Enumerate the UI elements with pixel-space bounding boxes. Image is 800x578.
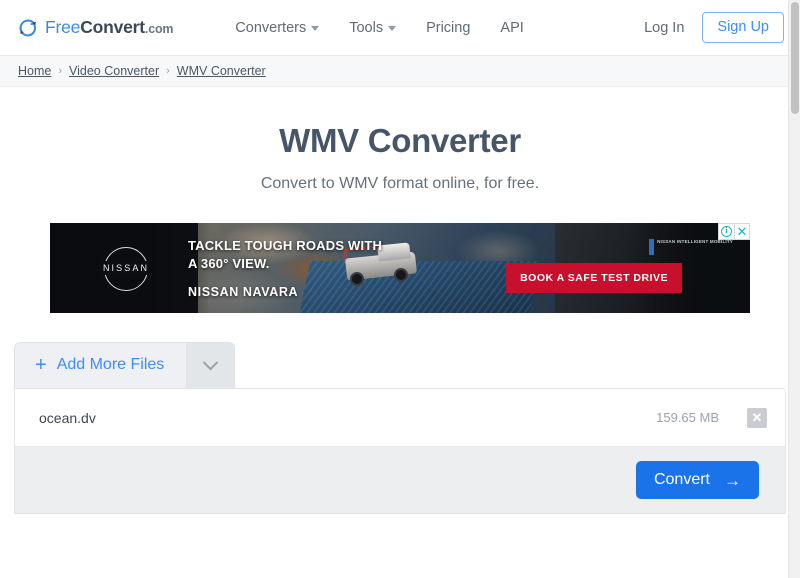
nissan-logo-icon: NISSAN (95, 243, 157, 293)
ad-close-button[interactable]: ✕ (734, 223, 749, 239)
logo-text-convert: Convert (80, 17, 145, 37)
page-subtitle: Convert to WMV format online, for free. (260, 174, 540, 192)
logo-wordmark: FreeConvert.com (45, 17, 173, 38)
hero-section: WMV Converter Convert to WMV format onli… (0, 87, 800, 193)
truck-wheel (350, 271, 364, 286)
file-size: 159.65 MB (656, 410, 719, 425)
header-actions: Log In Sign Up (644, 11, 784, 44)
nav-label-converters: Converters (235, 19, 307, 36)
breadcrumb-separator: › (166, 65, 170, 77)
arrow-right-icon: → (724, 470, 741, 490)
add-more-files-button[interactable]: + Add More Files (14, 342, 188, 388)
logo-text-dotcom: .com (144, 22, 174, 36)
nissan-logo-label: NISSAN (101, 260, 151, 275)
nav-item-tools[interactable]: Tools (349, 19, 397, 36)
breadcrumb: Home › Video Converter › WMV Converter (0, 56, 800, 87)
add-files-toolbar: + Add More Files (14, 342, 786, 388)
file-list-panel: ocean.dv 159.65 MB ✕ Convert → (14, 388, 786, 514)
breadcrumb-item-home[interactable]: Home (18, 64, 51, 78)
page-title: WMV Converter (279, 122, 521, 159)
add-more-files-label: Add More Files (56, 356, 165, 373)
upload-card: + Add More Files ocean.dv 159.65 MB ✕ Co… (14, 342, 786, 514)
login-link[interactable]: Log In (644, 20, 684, 36)
breadcrumb-separator: › (58, 65, 63, 77)
site-header: FreeConvert.com Converters Tools Pricing… (0, 0, 800, 56)
convert-button[interactable]: Convert → (635, 461, 759, 499)
ad-model-name: NISSAN NAVARA (188, 284, 299, 299)
ad-info-button[interactable]: i (719, 223, 734, 239)
logo-text-free: Free (45, 17, 81, 37)
info-icon: i (721, 225, 732, 237)
site-logo[interactable]: FreeConvert.com (18, 17, 173, 38)
refresh-circle-icon (18, 18, 38, 38)
page-scrollbar[interactable] (788, 0, 800, 578)
close-icon: ✕ (736, 223, 748, 239)
nim-bar-icon (649, 238, 655, 255)
plus-icon: + (35, 354, 47, 376)
scrollbar-thumb[interactable] (791, 2, 799, 114)
nav-label-tools: Tools (349, 19, 384, 36)
ad-cta-button[interactable]: BOOK A SAFE TEST DRIVE (506, 262, 682, 293)
add-files-dropdown-button[interactable] (187, 342, 236, 388)
truck-wheel (394, 267, 408, 282)
ad-banner-nissan[interactable]: NISSAN TACKLE TOUGH ROADS WITH A 360° VI… (50, 222, 750, 313)
nav-label-pricing: Pricing (426, 19, 471, 36)
truck-cab (377, 241, 411, 262)
convert-button-label: Convert (653, 471, 710, 488)
nav-item-converters[interactable]: Converters (235, 19, 320, 36)
ad-controls: i ✕ (718, 222, 750, 240)
nav-item-pricing[interactable]: Pricing (426, 20, 470, 36)
main-nav: Converters Tools Pricing API (235, 20, 523, 36)
upload-card-footer: Convert → (15, 447, 785, 513)
file-name: ocean.dv (39, 409, 96, 426)
signup-button[interactable]: Sign Up (702, 11, 784, 44)
ad-banner-wrapper: NISSAN TACKLE TOUGH ROADS WITH A 360° VI… (50, 222, 750, 313)
nav-item-api[interactable]: API (500, 20, 523, 36)
breadcrumb-item-video-converter[interactable]: Video Converter (69, 64, 159, 78)
ad-headline: TACKLE TOUGH ROADS WITH A 360° VIEW. (188, 237, 382, 273)
table-row: ocean.dv 159.65 MB ✕ (15, 389, 785, 447)
ad-headline-line2: A 360° VIEW. (188, 255, 270, 271)
breadcrumb-item-wmv-converter[interactable]: WMV Converter (177, 64, 266, 78)
chevron-down-icon (203, 354, 219, 371)
nissan-intelligent-mobility-badge: Nissan Intelligent Mobility (649, 238, 733, 255)
chevron-down-icon (311, 26, 320, 31)
nav-label-api: API (500, 19, 524, 36)
ad-headline-line1: TACKLE TOUGH ROADS WITH (188, 237, 383, 253)
remove-file-button[interactable]: ✕ (747, 407, 767, 428)
chevron-down-icon (388, 26, 397, 31)
